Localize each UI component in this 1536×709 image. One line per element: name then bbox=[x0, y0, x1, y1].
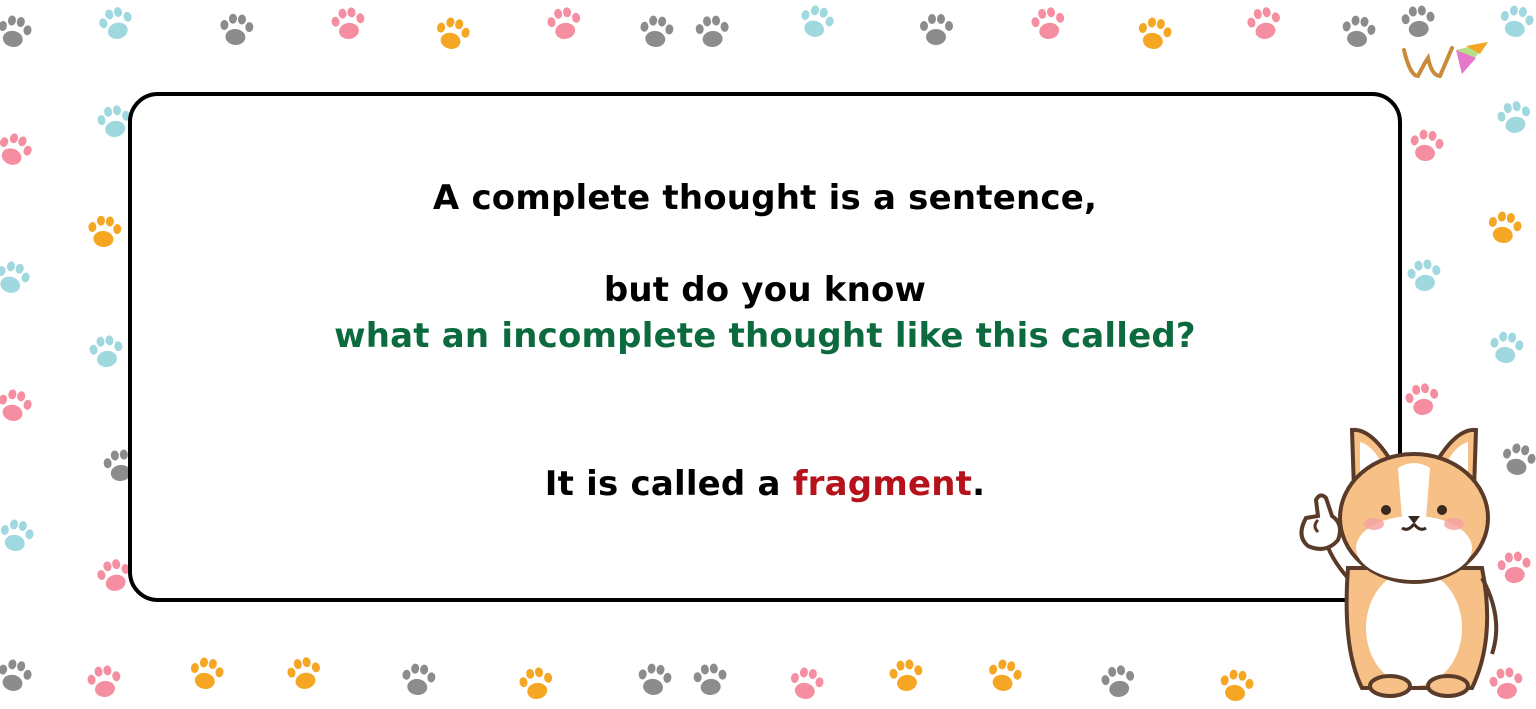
paw-print-icon bbox=[0, 389, 32, 421]
paw-print-icon bbox=[437, 17, 470, 49]
question-line: but do you know bbox=[603, 270, 927, 310]
paw-print-icon bbox=[1407, 259, 1441, 291]
paw-print-icon bbox=[640, 15, 674, 47]
paw-print-icon bbox=[99, 7, 132, 39]
paw-print-icon bbox=[547, 7, 581, 39]
paw-print-icon bbox=[1101, 665, 1135, 697]
paw-print-icon bbox=[801, 5, 834, 37]
paw-print-icon bbox=[220, 13, 254, 45]
paw-print-icon bbox=[0, 659, 32, 691]
paw-print-icon bbox=[790, 667, 824, 699]
paw-print-icon bbox=[1405, 383, 1439, 415]
paw-print-icon bbox=[190, 657, 224, 689]
paw-print-icon bbox=[1342, 15, 1376, 47]
paw-print-icon bbox=[1497, 101, 1530, 133]
paw-print-icon bbox=[1410, 129, 1444, 161]
answer-line: It is called a fragment. bbox=[132, 464, 1398, 504]
paw-print-icon bbox=[1490, 331, 1524, 363]
paw-print-icon bbox=[1138, 17, 1172, 49]
paw-print-icon bbox=[695, 15, 729, 47]
paw-print-icon bbox=[638, 663, 672, 695]
paw-print-icon bbox=[519, 667, 553, 699]
paw-print-icon bbox=[87, 665, 121, 697]
message-card: A complete thought is a sentence, but do… bbox=[128, 92, 1402, 602]
paw-print-icon bbox=[402, 663, 436, 695]
corgi-mascot-icon bbox=[1299, 427, 1499, 698]
paw-print-icon bbox=[0, 519, 34, 551]
answer-word: fragment bbox=[792, 464, 973, 504]
paw-print-icon bbox=[331, 7, 365, 39]
paw-print-icon bbox=[88, 215, 122, 247]
paw-print-icon bbox=[693, 663, 727, 695]
paw-print-icon bbox=[1500, 5, 1534, 37]
paw-print-icon bbox=[89, 335, 123, 367]
paw-print-icon bbox=[0, 133, 32, 165]
paw-print-icon bbox=[0, 261, 30, 293]
w-logo-icon bbox=[1402, 42, 1488, 79]
paw-print-icon bbox=[0, 15, 32, 47]
paw-print-icon bbox=[287, 657, 320, 689]
paw-print-icon bbox=[1031, 7, 1065, 39]
paw-print-icon bbox=[1247, 7, 1280, 39]
question-highlight-line: what an incomplete thought like this cal… bbox=[334, 316, 1196, 356]
paw-print-icon bbox=[1220, 669, 1254, 701]
paw-print-icon bbox=[920, 14, 953, 45]
answer-prefix: It is called a bbox=[544, 464, 793, 504]
paw-print-icon bbox=[989, 659, 1022, 691]
paw-print-icon bbox=[1488, 211, 1522, 243]
sentence-line: A complete thought is a sentence, bbox=[432, 178, 1098, 218]
paw-print-icon bbox=[889, 659, 923, 691]
answer-suffix: . bbox=[972, 464, 986, 504]
